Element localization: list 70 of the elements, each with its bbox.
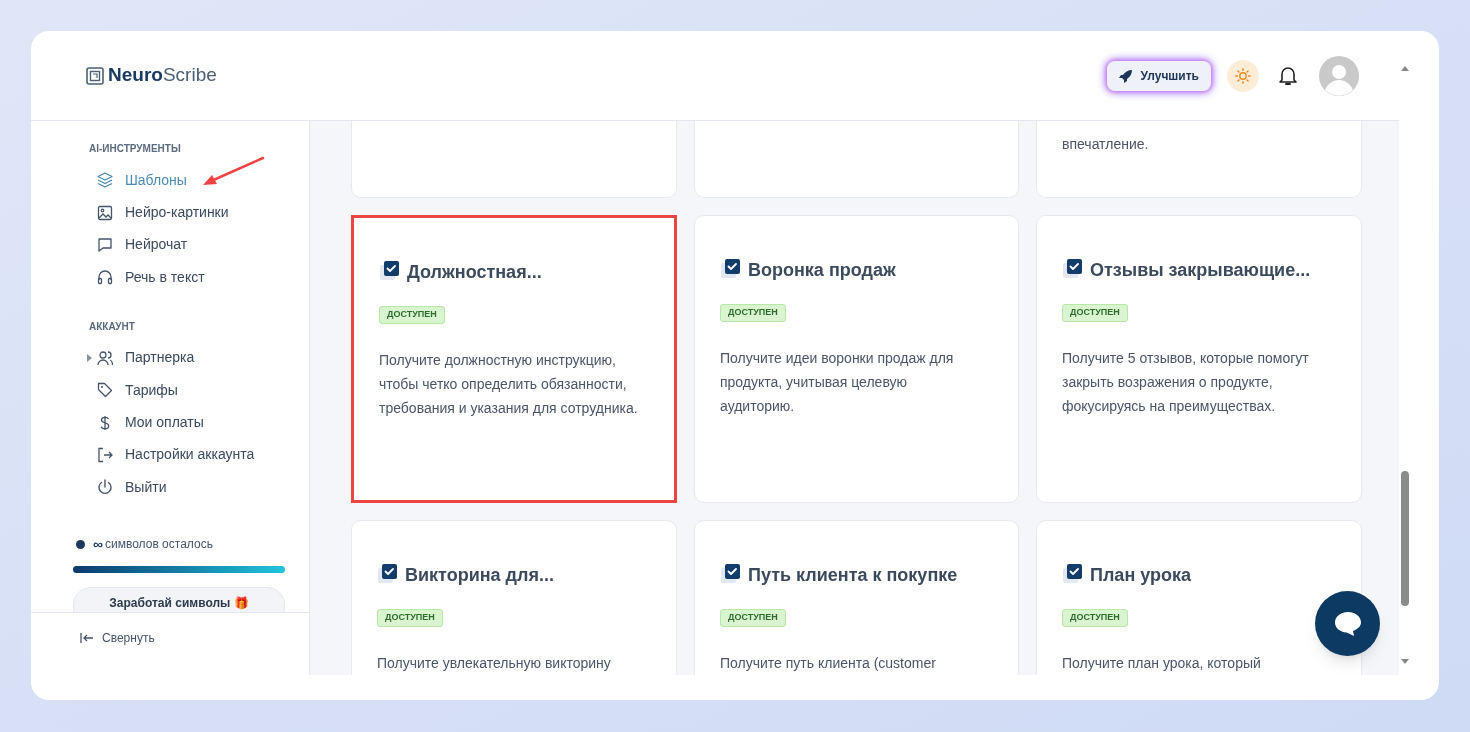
checkbox-icon: [379, 259, 400, 281]
expand-caret-icon[interactable]: [87, 353, 92, 362]
users-icon: [97, 349, 113, 366]
sidebar-item[interactable]: Нейро-картинки: [89, 196, 309, 229]
section-title: AI-ИНСТРУМЕНТЫ: [89, 142, 182, 156]
card-description: Получите должностную инструкцию, чтобы четко определить обязанности, требования и указания для сотрудника.: [379, 351, 639, 418]
sidebar-item[interactable]: Речь в текст: [89, 261, 309, 294]
collapse-button[interactable]: Свернуть: [80, 628, 155, 647]
credits-count: ∞: [93, 534, 103, 554]
rocket-icon: [1118, 68, 1133, 83]
power-icon: [97, 479, 113, 496]
status-badge: ДОСТУПЕН: [720, 609, 786, 627]
checkbox-icon: [720, 562, 741, 584]
sidebar-item[interactable]: Партнерка: [89, 341, 309, 374]
template-card[interactable]: Отзывы закрывающие... ДОСТУПЕН Получите 5 отзывов, которые помогут закрыть возражения о продукте, фокусируясь на преимуществах.: [1036, 215, 1362, 503]
template-card[interactable]: План урока ДОСТУПЕН Получите план урока, который: [1036, 520, 1362, 675]
sun-icon: [1235, 67, 1251, 84]
card-title: Должностная...: [407, 261, 542, 284]
card-description: Получите 5 отзывов, которые помогут закрыть возражения о продукте, фокусируясь на преимуществах.: [1062, 349, 1310, 416]
status-badge: ДОСТУПЕН: [1062, 609, 1128, 627]
card-title: Воронка продаж: [748, 259, 896, 282]
avatar[interactable]: [1319, 55, 1359, 96]
logo-icon: [86, 66, 104, 85]
sidebar-item[interactable]: Шаблоны: [89, 164, 309, 197]
layers-icon: [97, 172, 113, 189]
template-card[interactable]: Путь клиента к покупке ДОСТУПЕН Получите путь клиента (customer: [694, 520, 1019, 675]
card-title: Отзывы закрывающие...: [1090, 259, 1311, 282]
brand-name[interactable]: NeuroScribe: [108, 61, 217, 90]
template-card[interactable]: Викторина для... ДОСТУПЕН Получите увлекательную викторину: [351, 520, 677, 675]
status-badge: ДОСТУПЕН: [720, 304, 786, 322]
card-description: Получите увлекательную викторину: [377, 654, 612, 673]
card-title: Путь клиента к покупке: [748, 564, 958, 587]
card-description: Получите путь клиента (customer: [720, 654, 937, 673]
card-description: Получите план урока, который: [1062, 654, 1262, 673]
sidebar-item[interactable]: Нейрочат: [89, 228, 309, 262]
annotation-arrow: [203, 156, 265, 188]
credits-label: символов осталось: [105, 536, 213, 553]
checkbox-icon: [1062, 257, 1083, 279]
checkbox-icon: [1062, 562, 1083, 584]
chat-icon: [1333, 610, 1362, 637]
exit-arrow-icon: [97, 446, 113, 463]
bell-icon[interactable]: [1279, 65, 1297, 86]
status-badge: ДОСТУПЕН: [379, 306, 445, 324]
upgrade-button[interactable]: Улучшить: [1106, 60, 1211, 91]
earn-button[interactable]: Заработай символы 🎁: [73, 586, 285, 612]
template-card[interactable]: Должностная... ДОСТУПЕН Получите должностную инструкцию, чтобы четко определить обязанности, требования и указания для сотрудника.: [351, 215, 677, 503]
headphones-icon: [97, 269, 113, 286]
chat-bubble-icon: [97, 236, 113, 253]
theme-toggle[interactable]: [1227, 59, 1259, 92]
sidebar-item[interactable]: Настройки аккаунта: [89, 438, 309, 472]
template-card[interactable]: впечатление.: [1036, 121, 1362, 198]
sidebar-item[interactable]: Мои оплаты: [89, 406, 309, 439]
card-description: впечатление.: [1062, 135, 1150, 154]
card-description: Получите идеи воронки продаж для продукта, учитывая целевую аудиторию.: [720, 349, 955, 416]
scroll-down-icon[interactable]: [1401, 659, 1409, 664]
sidebar-item[interactable]: Выйти: [89, 471, 309, 504]
tag-icon: [97, 382, 113, 399]
scroll-thumb[interactable]: [1401, 471, 1409, 606]
sidebar-item[interactable]: Тарифы: [89, 373, 309, 407]
image-icon: [97, 204, 113, 221]
checkbox-icon: [377, 562, 398, 584]
status-badge: ДОСТУПЕН: [1062, 304, 1128, 322]
scroll-up-icon[interactable]: [1401, 66, 1409, 71]
template-card[interactable]: Воронка продаж ДОСТУПЕН Получите идеи воронки продаж для продукта, учитывая целевую аудиторию.: [694, 215, 1019, 503]
card-title: Викторина для...: [405, 564, 554, 587]
collapse-icon: [80, 632, 94, 643]
card-title: План урока: [1090, 564, 1192, 587]
section-title: АККАУНТ: [89, 319, 136, 334]
status-badge: ДОСТУПЕН: [377, 609, 443, 627]
checkbox-icon: [720, 257, 741, 279]
